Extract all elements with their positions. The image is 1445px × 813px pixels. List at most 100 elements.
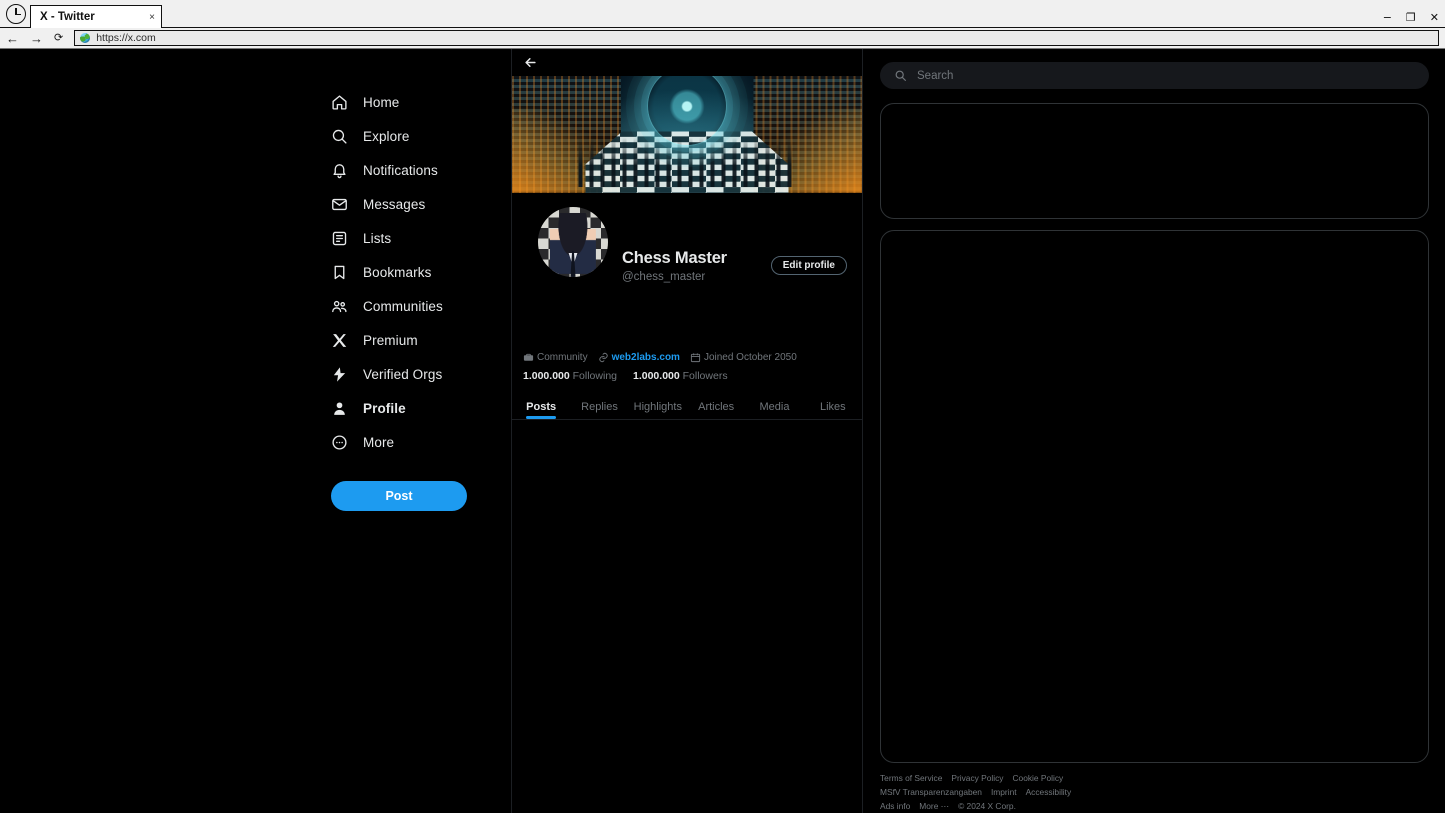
- tab-posts[interactable]: Posts: [512, 394, 570, 419]
- footer-link[interactable]: Imprint: [991, 787, 1017, 797]
- sidebar-item-label: Premium: [363, 332, 418, 348]
- footer-copyright: © 2024 X Corp.: [958, 801, 1016, 811]
- footer-link[interactable]: Cookie Policy: [1013, 773, 1064, 783]
- sidebar-item-communities[interactable]: Communities: [331, 289, 491, 323]
- search-box[interactable]: [880, 62, 1429, 89]
- profile-column: Chess Master @chess_master Edit profile …: [512, 49, 863, 813]
- sidebar-item-label: Notifications: [363, 162, 438, 178]
- community-meta[interactable]: Community: [523, 352, 588, 363]
- profile-handle: @chess_master: [622, 271, 706, 283]
- footer-link[interactable]: Privacy Policy: [951, 773, 1003, 783]
- post-button[interactable]: Post: [331, 481, 467, 511]
- sidebar-item-label: More: [363, 434, 395, 450]
- following-count: 1.000.000: [523, 370, 570, 382]
- sidebar-item-label: Verified Orgs: [363, 366, 443, 382]
- tab-label: Highlights: [633, 400, 682, 413]
- followers-stat[interactable]: 1.000.000 Followers: [633, 370, 728, 382]
- tab-label: Likes: [819, 400, 846, 413]
- profile-timeline: [512, 421, 862, 813]
- maximize-window-button[interactable]: ❐: [1406, 12, 1416, 23]
- joined-meta: Joined October 2050: [690, 352, 797, 363]
- sidebar-item-messages[interactable]: Messages: [331, 187, 491, 221]
- envelope-icon: [331, 196, 348, 213]
- sidebar-item-profile[interactable]: Profile: [331, 391, 491, 425]
- profile-stats: 1.000.000 Following 1.000.000 Followers: [523, 370, 728, 382]
- following-label: Following: [572, 370, 617, 382]
- home-icon: [331, 94, 348, 111]
- search-icon: [331, 128, 348, 145]
- tab-label: Replies: [581, 400, 618, 413]
- tab-articles[interactable]: Articles: [687, 394, 745, 419]
- sidebar-item-label: Communities: [363, 298, 443, 314]
- edit-profile-button[interactable]: Edit profile: [770, 256, 847, 275]
- link-icon: [598, 352, 608, 363]
- communities-icon: [331, 298, 348, 315]
- website-meta[interactable]: web2labs.com: [598, 352, 680, 363]
- minimize-window-button[interactable]: −: [1383, 12, 1392, 23]
- profile-tabs: Posts Replies Highlights Articles Media …: [512, 394, 862, 420]
- person-icon: [331, 400, 348, 417]
- more-circle-icon: [331, 434, 348, 451]
- sidebar-item-label: Profile: [363, 400, 406, 416]
- browser-tab-title: X - Twitter: [40, 11, 95, 23]
- back-navigation-icon[interactable]: ←: [6, 32, 19, 45]
- sidebar-item-label: Lists: [363, 230, 392, 246]
- sidebar-item-notifications[interactable]: Notifications: [331, 153, 491, 187]
- tab-replies[interactable]: Replies: [570, 394, 628, 419]
- sidebar-panel-secondary: [880, 230, 1429, 763]
- reload-icon[interactable]: ⟳: [54, 32, 63, 44]
- followers-label: Followers: [682, 370, 728, 382]
- column-header: [512, 49, 862, 76]
- browser-titlebar: X - Twitter × − ❐ ✕: [0, 0, 1445, 28]
- tab-likes[interactable]: Likes: [804, 394, 862, 419]
- sidebar-item-more[interactable]: More: [331, 425, 491, 459]
- website-link[interactable]: web2labs.com: [612, 352, 680, 363]
- list-icon: [331, 230, 348, 247]
- window-controls: − ❐ ✕: [1383, 12, 1439, 23]
- close-window-button[interactable]: ✕: [1430, 12, 1439, 23]
- following-stat[interactable]: 1.000.000 Following: [523, 370, 617, 382]
- sidebar-item-bookmarks[interactable]: Bookmarks: [331, 255, 491, 289]
- sidebar-item-verified-orgs[interactable]: Verified Orgs: [331, 357, 491, 391]
- sidebar-item-label: Home: [363, 94, 400, 110]
- app-logo-icon: [6, 4, 26, 24]
- page-body: Home Explore Notifications Messages List…: [0, 49, 1445, 813]
- sidebar-item-lists[interactable]: Lists: [331, 221, 491, 255]
- close-tab-icon[interactable]: ×: [149, 12, 155, 23]
- sidebar-item-explore[interactable]: Explore: [331, 119, 491, 153]
- url-bar[interactable]: https://x.com: [74, 30, 1439, 46]
- tab-highlights[interactable]: Highlights: [629, 394, 687, 419]
- sidebar-item-label: Messages: [363, 196, 426, 212]
- profile-banner-image: [512, 76, 862, 193]
- footer-links: Terms of Service Privacy Policy Cookie Pol…: [880, 773, 1085, 811]
- globe-favicon-icon: [80, 33, 91, 43]
- navigation-list: Home Explore Notifications Messages List…: [331, 85, 491, 511]
- sidebar-panel-primary: [880, 103, 1429, 219]
- footer-link[interactable]: Ads info: [880, 801, 910, 811]
- primary-navigation: Home Explore Notifications Messages List…: [0, 49, 512, 813]
- footer-link[interactable]: MSfV Transparenzangaben: [880, 787, 982, 797]
- profile-identity: Chess Master @chess_master: [622, 249, 727, 283]
- joined-label: Joined October 2050: [703, 352, 797, 363]
- sidebar-item-home[interactable]: Home: [331, 85, 491, 119]
- search-input[interactable]: [917, 69, 1415, 82]
- browser-tab[interactable]: X - Twitter ×: [30, 5, 162, 28]
- profile-display-name: Chess Master: [622, 249, 727, 267]
- lightning-badge-icon: [331, 366, 348, 383]
- sidebar-item-label: Bookmarks: [363, 264, 432, 280]
- followers-count: 1.000.000: [633, 370, 680, 382]
- calendar-icon: [690, 353, 701, 363]
- footer-link[interactable]: Accessibility: [1026, 787, 1072, 797]
- right-sidebar: Terms of Service Privacy Policy Cookie Pol…: [863, 49, 1445, 813]
- footer-link[interactable]: More ⋯: [919, 801, 949, 811]
- forward-navigation-icon[interactable]: →: [30, 32, 43, 45]
- avatar[interactable]: [535, 204, 611, 280]
- sidebar-item-premium[interactable]: Premium: [331, 323, 491, 357]
- briefcase-icon: [523, 353, 534, 361]
- back-arrow-icon[interactable]: [523, 55, 538, 70]
- tab-label: Media: [759, 400, 790, 413]
- footer-link[interactable]: Terms of Service: [880, 773, 942, 783]
- tab-media[interactable]: Media: [745, 394, 803, 419]
- bell-icon: [331, 162, 348, 179]
- x-logo-icon: [331, 332, 348, 349]
